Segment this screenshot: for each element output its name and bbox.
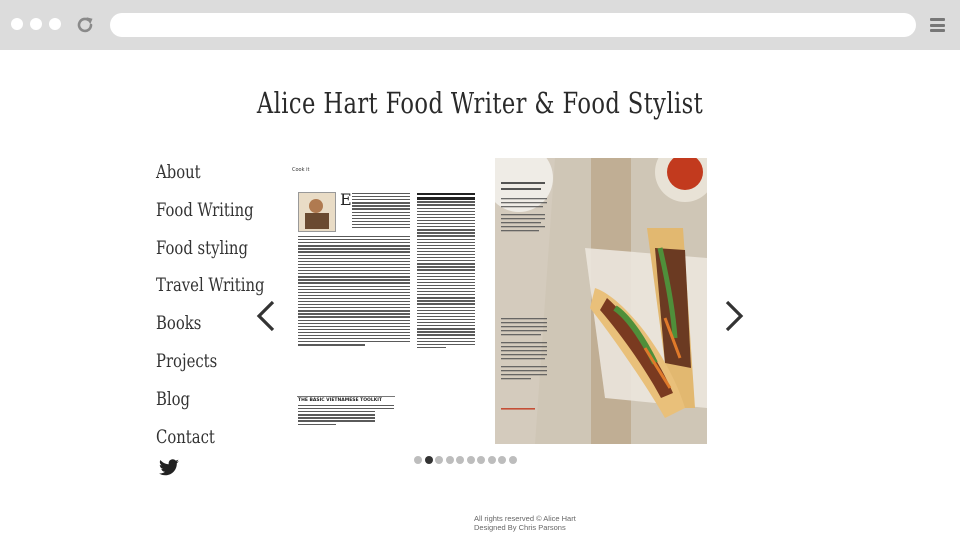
window-dot[interactable] [49, 18, 61, 30]
reload-icon[interactable] [74, 14, 96, 36]
nav-item-food-styling[interactable]: Food styling [156, 234, 248, 272]
nav-item-books[interactable]: Books [156, 309, 242, 347]
divider [297, 396, 395, 397]
nav-item-about[interactable]: About [156, 158, 242, 196]
pagination-dot[interactable] [456, 456, 464, 464]
toolkit-list [298, 405, 394, 427]
page-label: Cook it [292, 167, 310, 173]
pagination-dot[interactable] [466, 456, 475, 464]
nav-item-travel-writing[interactable]: Travel Writing [156, 271, 265, 309]
food-photo [495, 158, 707, 444]
nav-item-blog[interactable]: Blog [156, 385, 242, 423]
footer: All rights reserved © Alice Hart Designe… [474, 514, 576, 532]
copyright-text: All rights reserved © Alice Hart [474, 514, 576, 523]
nav-item-contact[interactable]: Contact [156, 423, 242, 461]
nav-item-projects[interactable]: Projects [156, 347, 242, 385]
browser-toolbar [0, 0, 960, 50]
box-title: THE BASIC VIETNAMESE TOOLKIT [298, 398, 382, 403]
recipe-column [417, 193, 475, 350]
pagination-dot[interactable] [487, 456, 496, 464]
window-dot[interactable] [30, 18, 42, 30]
pagination-dot[interactable] [508, 456, 517, 464]
pagination-dot[interactable] [477, 456, 485, 464]
site-title: Alice Hart Food Writer & Food Stylist [256, 86, 704, 120]
address-bar[interactable] [110, 13, 916, 37]
pagination-dot[interactable] [498, 456, 506, 464]
text-column [352, 193, 410, 230]
pagination-dot[interactable] [445, 456, 454, 464]
pagination-dot[interactable] [424, 456, 433, 464]
pagination-dot[interactable] [414, 456, 422, 464]
text-column [298, 236, 410, 347]
chevron-left-icon[interactable] [254, 298, 278, 334]
hamburger-menu-icon[interactable] [930, 18, 945, 32]
window-dot[interactable] [11, 18, 23, 30]
designer-credit: Designed By Chris Parsons [474, 523, 566, 532]
author-photo [298, 192, 336, 232]
main-nav: About Food Writing Food styling Travel W… [156, 158, 266, 460]
nav-item-food-writing[interactable]: Food Writing [156, 196, 254, 234]
slider-pagination [414, 456, 524, 466]
drop-cap: E [340, 190, 352, 209]
pagination-dot[interactable] [435, 456, 443, 464]
twitter-bird-icon[interactable] [158, 459, 180, 477]
chevron-right-icon[interactable] [722, 298, 746, 334]
